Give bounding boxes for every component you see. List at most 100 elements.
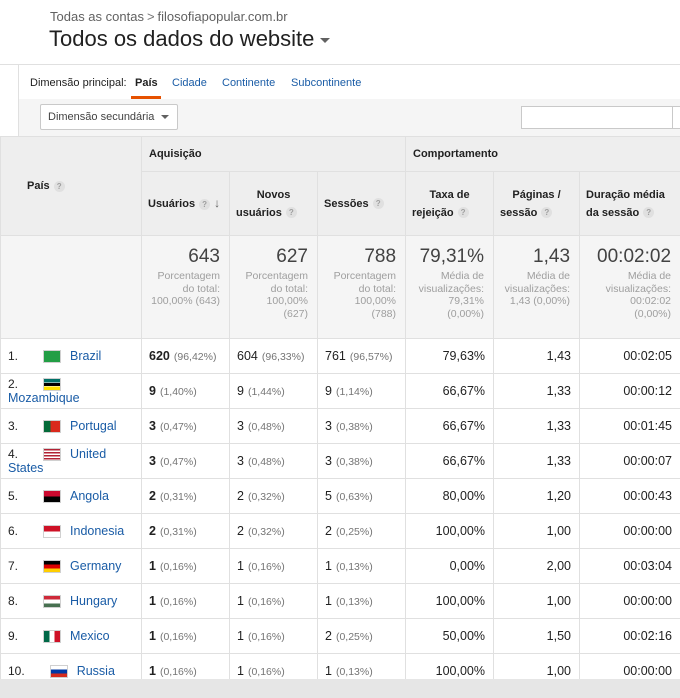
help-icon[interactable]: ?	[53, 180, 65, 192]
column-header-bounce-rate[interactable]: Taxa de rejeição?	[405, 171, 495, 236]
caret-down-icon[interactable]	[320, 37, 331, 43]
sessions-header-label: Sessões	[324, 197, 369, 210]
pages-per-session-cell: 1,50	[493, 618, 581, 654]
total-caption: Média de	[526, 270, 571, 282]
bounce-header-line1: Taxa de	[429, 188, 470, 201]
avg-session-duration-cell: 00:00:00	[579, 513, 680, 549]
help-icon[interactable]: ?	[372, 198, 384, 210]
column-header-users[interactable]: Usuários? ↓	[141, 171, 230, 236]
sessions-cell: 2 (0,25%)	[316, 513, 407, 549]
new-users-cell: 1 (0,16%)	[229, 548, 318, 584]
mexico-flag-icon	[43, 630, 62, 644]
new-users-header-line1: Novos	[256, 188, 291, 201]
sessions-percent: (1,14%)	[335, 386, 373, 398]
germany-flag-icon	[43, 560, 62, 574]
total-sessions: 788 Porcentagem do total: 100,00% (788)	[316, 235, 407, 339]
primary-dimension-bar: Dimensão principal: País Cidade Continen…	[18, 65, 680, 100]
new-users-cell: 3 (0,48%)	[229, 408, 318, 444]
country-link[interactable]: Mexico	[70, 629, 110, 643]
bounce-rate-cell: 66,67%	[405, 443, 495, 479]
column-header-new-users[interactable]: Novos usuários?	[229, 171, 318, 236]
users-percent: (0,16%)	[159, 561, 197, 573]
new-users-value: 1	[237, 594, 244, 608]
total-caption: do total:	[270, 282, 308, 295]
horizontal-scrollbar[interactable]	[0, 679, 680, 698]
view-title[interactable]: Todos os dados do website	[49, 26, 314, 51]
sessions-percent: (0,25%)	[335, 631, 373, 643]
secondary-dimension-dropdown[interactable]: Dimensão secundária	[40, 104, 178, 130]
total-value: 627	[276, 246, 308, 267]
dimension-cidade[interactable]: Cidade	[172, 77, 207, 89]
indonesia-flag-icon	[43, 525, 62, 539]
sessions-cell: 3 (0,38%)	[316, 408, 407, 444]
country-cell: 7. Germany	[0, 548, 142, 584]
table-search-input[interactable]	[521, 106, 673, 129]
search-button[interactable]	[672, 106, 680, 129]
total-caption: (0,00%)	[447, 307, 485, 320]
help-icon[interactable]: ?	[199, 198, 211, 210]
country-link[interactable]: Angola	[70, 489, 109, 503]
country-link[interactable]: Portugal	[70, 419, 117, 433]
sessions-percent: (0,13%)	[335, 596, 373, 608]
users-header-label: Usuários	[148, 198, 196, 210]
total-caption: Porcentagem	[157, 270, 220, 282]
dropdown-arrow-icon	[161, 115, 169, 119]
column-header-avg-session-duration[interactable]: Duração média da sessão?	[579, 171, 680, 236]
row-index: 2.	[8, 376, 19, 391]
country-link[interactable]: Indonesia	[70, 524, 124, 538]
breadcrumb-account[interactable]: Todas as contas	[50, 9, 144, 24]
new-users-value: 9	[237, 384, 244, 398]
sessions-cell: 5 (0,63%)	[316, 478, 407, 514]
new-users-value: 3	[237, 454, 244, 468]
breadcrumb[interactable]: Todas as contas > filosofiapopular.com.br	[50, 9, 288, 24]
users-cell: 2 (0,31%)	[141, 478, 230, 514]
sessions-value: 2	[325, 629, 332, 643]
users-cell: 2 (0,31%)	[141, 513, 230, 549]
total-value: 00:02:02	[597, 246, 672, 267]
help-icon[interactable]: ?	[643, 207, 655, 219]
help-icon[interactable]: ?	[541, 207, 553, 219]
users-value: 1	[149, 664, 156, 678]
dimension-continente[interactable]: Continente	[222, 77, 275, 89]
total-caption: visualizações:	[504, 282, 571, 295]
total-caption: (788)	[371, 307, 397, 320]
row-index: 1.	[8, 348, 19, 363]
total-caption: do total:	[358, 282, 397, 295]
dimension-subcontinente[interactable]: Subcontinente	[291, 77, 361, 89]
help-icon[interactable]: ?	[285, 207, 297, 219]
country-link[interactable]: Hungary	[70, 594, 117, 608]
total-new-users: 627 Porcentagem do total: 100,00% (627)	[229, 235, 318, 339]
users-value: 1	[149, 629, 156, 643]
new-users-cell: 1 (0,16%)	[229, 583, 318, 619]
breadcrumb-separator: >	[146, 9, 155, 24]
help-icon[interactable]: ?	[457, 207, 469, 219]
sessions-value: 5	[325, 489, 332, 503]
avg-session-duration-cell: 00:00:43	[579, 478, 680, 514]
view-selector[interactable]: Todos os dados do website	[49, 26, 331, 52]
new-users-cell: 2 (0,32%)	[229, 513, 318, 549]
sort-descending-icon[interactable]: ↓	[214, 194, 220, 212]
column-header-sessions[interactable]: Sessões?	[316, 171, 407, 236]
pages-per-session-cell: 1,00	[493, 513, 581, 549]
total-caption: 00:02:02	[630, 295, 672, 307]
total-value: 788	[364, 246, 397, 267]
total-caption: 100,00%	[354, 295, 397, 307]
russia-flag-icon	[49, 665, 68, 679]
breadcrumb-property[interactable]: filosofiapopular.com.br	[158, 9, 288, 24]
column-header-pages-per-session[interactable]: Páginas / sessão?	[493, 171, 581, 236]
primary-dimension-label: Dimensão principal:	[30, 77, 127, 89]
table-row: 4. United States 3 (0,47%) 3 (0,48%) 3 (0,38%) 6…	[0, 443, 680, 479]
country-link[interactable]: Germany	[70, 559, 121, 573]
users-cell: 3 (0,47%)	[141, 443, 230, 479]
country-link[interactable]: Russia	[77, 664, 115, 678]
country-link[interactable]: Brazil	[70, 349, 101, 363]
column-header-country[interactable]: País?	[0, 136, 142, 236]
table-row: 9. Mexico 1 (0,16%) 1 (0,16%) 2 (0,25%) 50,00% 1,…	[0, 618, 680, 654]
new-users-value: 1	[237, 629, 244, 643]
total-value: 643	[188, 246, 220, 267]
sessions-value: 2	[325, 524, 332, 538]
country-link[interactable]: Mozambique	[8, 391, 80, 405]
new-users-cell: 9 (1,44%)	[229, 373, 318, 409]
total-caption: (627)	[283, 307, 308, 320]
dimension-pais[interactable]: País	[135, 77, 158, 89]
